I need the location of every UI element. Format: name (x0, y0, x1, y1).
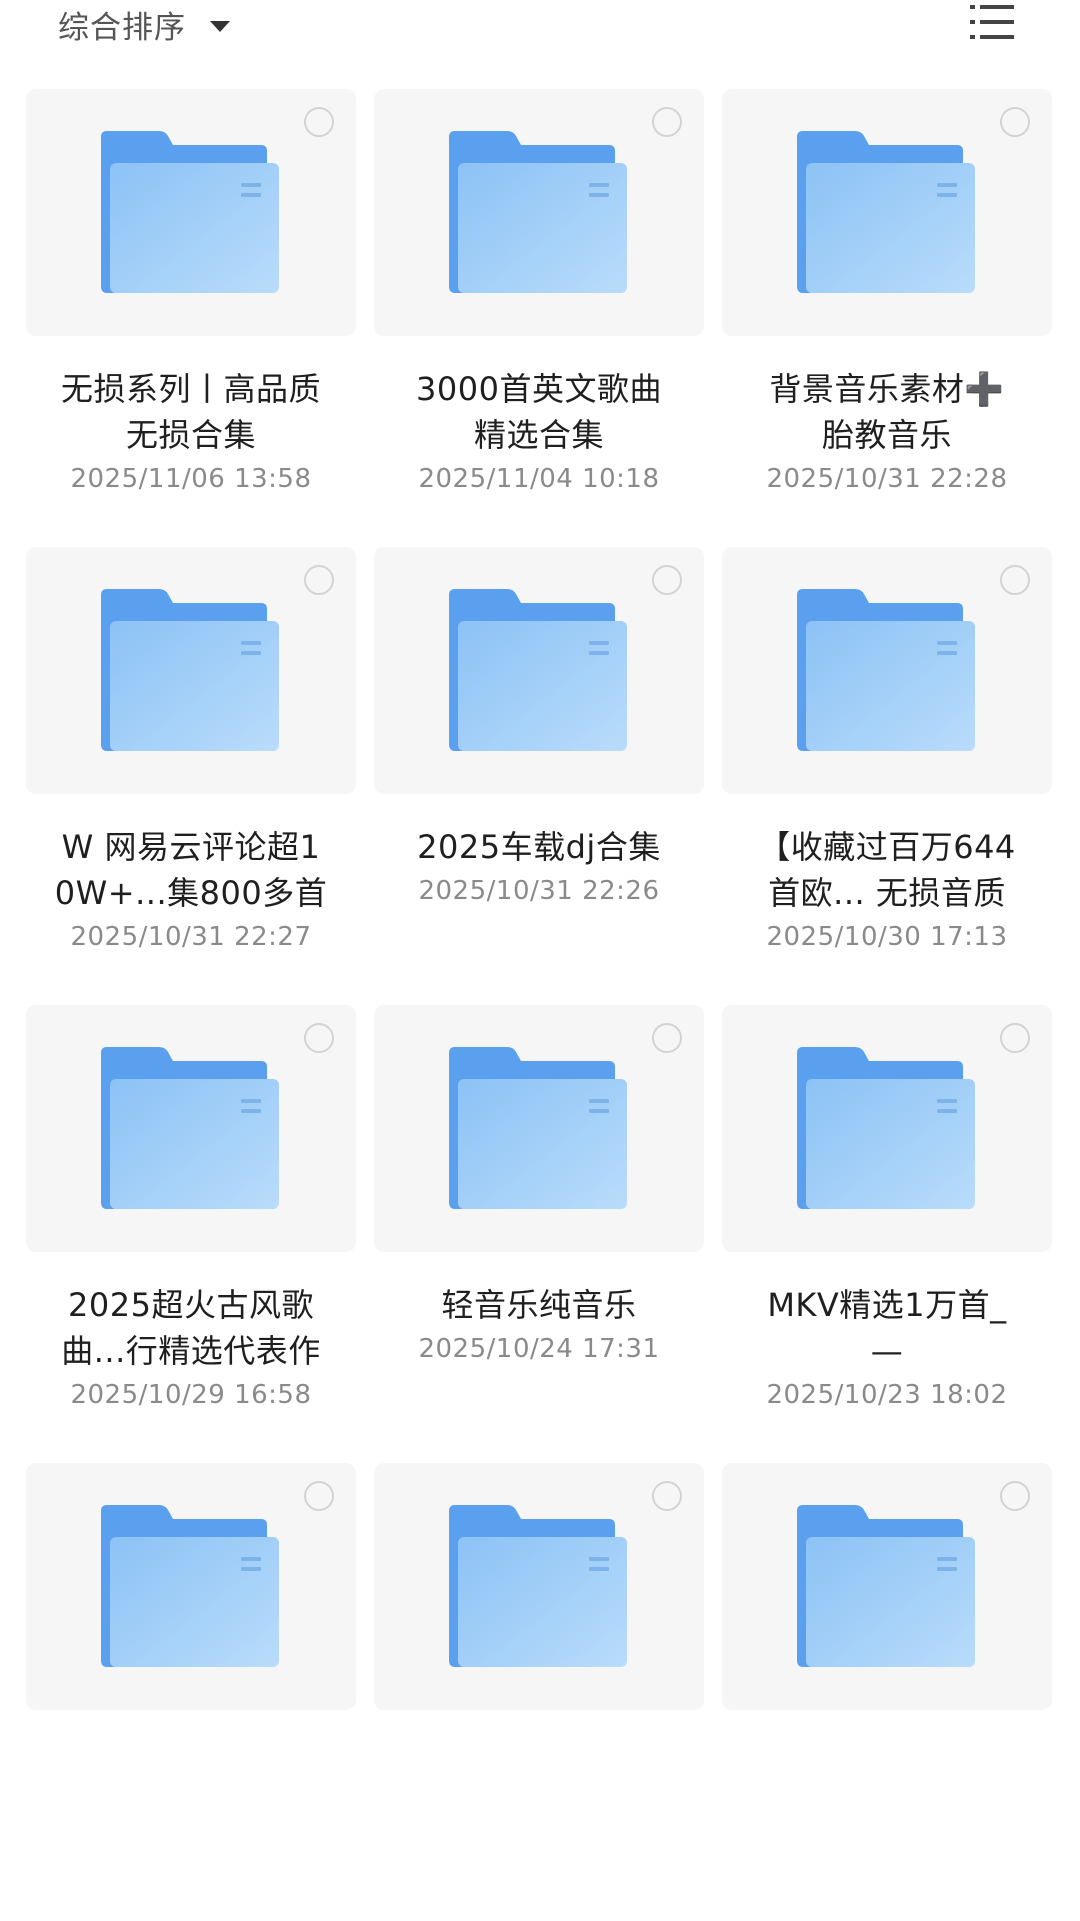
folder-name: 2025超火古风歌 曲...行精选代表作 (26, 1282, 356, 1374)
folder-card[interactable]: 轻音乐纯音乐 2025/10/24 17:31 (374, 1005, 704, 1463)
folder-icon (797, 1505, 975, 1667)
folder-thumbnail (374, 1005, 704, 1252)
folder-date: 2025/10/31 22:26 (418, 876, 660, 906)
folder-thumbnail (374, 1463, 704, 1710)
folder-thumbnail (722, 547, 1052, 794)
select-checkbox[interactable] (1000, 107, 1030, 137)
folder-name-line: 精选合集 (473, 416, 604, 454)
folder-icon (449, 131, 627, 293)
folder-card[interactable]: MKV精选1万首_ — 2025/10/23 18:02 (722, 1005, 1052, 1463)
folder-name: 2025车载dj合集 (374, 824, 704, 870)
folder-card[interactable] (722, 1463, 1052, 1921)
list-view-icon[interactable] (970, 2, 1016, 42)
folder-name-line: 无损系列丨高品质 (60, 370, 321, 408)
folder-thumbnail (374, 89, 704, 336)
folder-date: 2025/10/31 22:28 (766, 464, 1008, 494)
folder-thumbnail (26, 89, 356, 336)
folder-icon (797, 1047, 975, 1209)
folder-card[interactable]: W 网易云评论超1 0W+...集800多首 2025/10/31 22:27 (26, 547, 356, 1005)
folder-name-line: 0W+...集800多首 (54, 874, 328, 912)
folder-name-line: 无损合集 (125, 416, 256, 454)
folder-icon (797, 589, 975, 751)
folder-card[interactable]: 背景音乐素材➕ 胎教音乐 2025/10/31 22:28 (722, 89, 1052, 547)
select-checkbox[interactable] (1000, 1481, 1030, 1511)
folder-thumbnail (26, 547, 356, 794)
folder-name-line: 2025车载dj合集 (417, 828, 661, 866)
folder-date: 2025/11/06 13:58 (70, 464, 312, 494)
folder-date: 2025/11/04 10:18 (418, 464, 660, 494)
folder-card[interactable]: 2025车载dj合集 2025/10/31 22:26 (374, 547, 704, 1005)
folder-name-line: 首欧... 无损音质 (768, 874, 1006, 912)
select-checkbox[interactable] (304, 1481, 334, 1511)
folder-name-line: W 网易云评论超1 (61, 828, 321, 866)
folder-card[interactable]: 2025超火古风歌 曲...行精选代表作 2025/10/29 16:58 (26, 1005, 356, 1463)
select-checkbox[interactable] (304, 107, 334, 137)
folder-icon (449, 1047, 627, 1209)
select-checkbox[interactable] (652, 107, 682, 137)
folder-icon (449, 1505, 627, 1667)
folder-name-line: 轻音乐纯音乐 (441, 1286, 637, 1324)
folder-grid: 无损系列丨高品质 无损合集 2025/11/06 13:58 3000首英文歌曲 精选合… (26, 89, 1056, 1921)
folder-name: 无损系列丨高品质 无损合集 (26, 366, 356, 458)
folder-date: 2025/10/23 18:02 (766, 1380, 1008, 1410)
folder-icon (101, 1505, 279, 1667)
folder-name-line: 【收藏过百万644 (758, 828, 1016, 866)
select-checkbox[interactable] (652, 565, 682, 595)
folder-thumbnail (374, 547, 704, 794)
folder-thumbnail (722, 1463, 1052, 1710)
folder-name: 【收藏过百万644 首欧... 无损音质 (722, 824, 1052, 916)
sort-label: 综合排序 (58, 9, 186, 46)
folder-date: 2025/10/24 17:31 (418, 1334, 660, 1364)
folder-name: MKV精选1万首_ — (722, 1282, 1052, 1374)
folder-thumbnail (26, 1005, 356, 1252)
folder-name: 3000首英文歌曲 精选合集 (374, 366, 704, 458)
select-checkbox[interactable] (652, 1481, 682, 1511)
folder-icon (101, 1047, 279, 1209)
folder-date: 2025/10/29 16:58 (70, 1380, 312, 1410)
folder-name-line: — (870, 1332, 904, 1370)
folder-icon (449, 589, 627, 751)
select-checkbox[interactable] (1000, 565, 1030, 595)
folder-thumbnail (722, 1005, 1052, 1252)
select-checkbox[interactable] (304, 1023, 334, 1053)
sort-dropdown[interactable]: 综合排序 (58, 0, 230, 48)
select-checkbox[interactable] (1000, 1023, 1030, 1053)
folder-card[interactable]: 【收藏过百万644 首欧... 无损音质 2025/10/30 17:13 (722, 547, 1052, 1005)
folder-thumbnail (26, 1463, 356, 1710)
folder-name-line: MKV精选1万首_ (767, 1286, 1007, 1324)
folder-name-line: 2025超火古风歌 (68, 1286, 314, 1324)
folder-card[interactable] (26, 1463, 356, 1921)
folder-name-line: 胎教音乐 (821, 416, 952, 454)
folder-name: 轻音乐纯音乐 (374, 1282, 704, 1328)
folder-icon (101, 589, 279, 751)
folder-name: W 网易云评论超1 0W+...集800多首 (26, 824, 356, 916)
folder-name-line: 3000首英文歌曲 (416, 370, 662, 408)
select-checkbox[interactable] (652, 1023, 682, 1053)
folder-icon (797, 131, 975, 293)
folder-name-line: 曲...行精选代表作 (61, 1332, 321, 1370)
folder-name: 背景音乐素材➕ 胎教音乐 (722, 366, 1052, 458)
folder-date: 2025/10/31 22:27 (70, 922, 312, 952)
folder-date: 2025/10/30 17:13 (766, 922, 1008, 952)
folder-card[interactable] (374, 1463, 704, 1921)
folder-card[interactable]: 无损系列丨高品质 无损合集 2025/11/06 13:58 (26, 89, 356, 547)
top-toolbar: 综合排序 (0, 0, 1080, 60)
caret-down-icon (210, 20, 230, 32)
select-checkbox[interactable] (304, 565, 334, 595)
folder-card[interactable]: 3000首英文歌曲 精选合集 2025/11/04 10:18 (374, 89, 704, 547)
folder-icon (101, 131, 279, 293)
folder-name-line: 背景音乐素材➕ (769, 370, 1005, 408)
folder-thumbnail (722, 89, 1052, 336)
